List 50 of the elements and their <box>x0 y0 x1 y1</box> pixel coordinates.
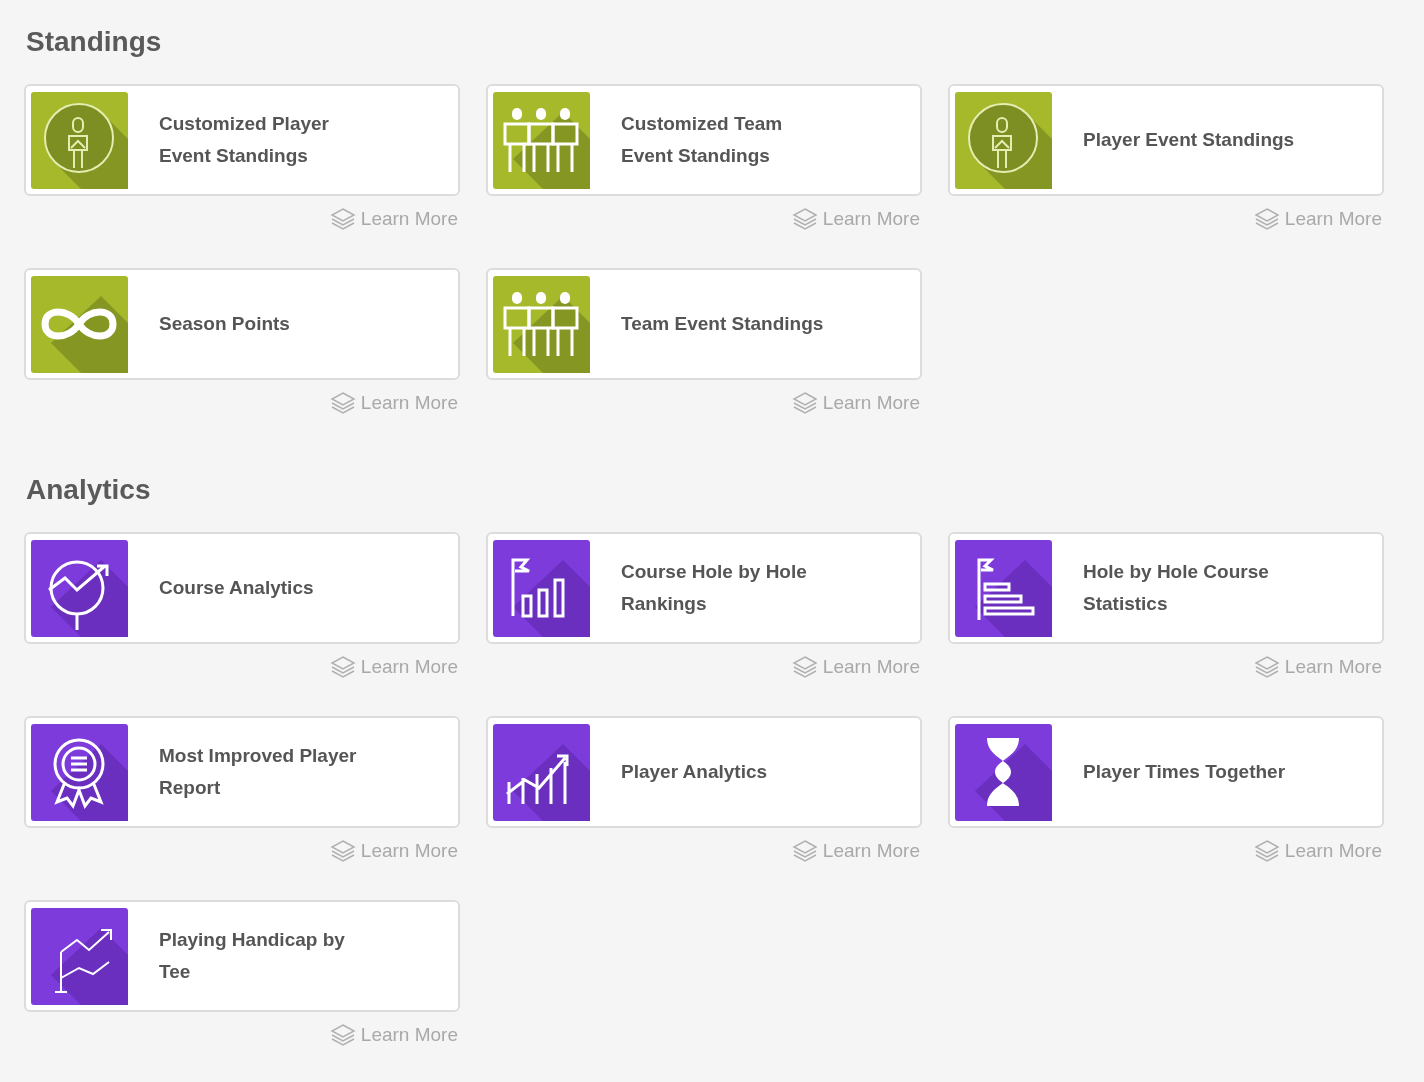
card-title: Customized Team Event Standings <box>621 112 784 168</box>
report-card[interactable]: Team Event Standings <box>486 268 922 380</box>
layers-icon <box>791 839 818 863</box>
tile-icon <box>493 539 590 637</box>
card-title: Season Points <box>159 312 290 336</box>
report-card[interactable]: Most Improved Player Report <box>24 716 460 828</box>
card-title: Course Hole by Hole Rankings <box>621 560 808 616</box>
layers-icon <box>791 655 818 679</box>
report-card[interactable]: Player Analytics <box>486 716 922 828</box>
report-card[interactable]: Player Event Standings <box>948 84 1384 196</box>
tile-icon <box>31 723 128 821</box>
report-card[interactable]: Course Hole by Hole Rankings <box>486 532 922 644</box>
report-card[interactable]: Customized Player Event Standings <box>24 84 460 196</box>
tile-icon <box>31 539 128 637</box>
tile-icon <box>493 723 590 821</box>
layers-icon <box>1253 655 1280 679</box>
tile-icon <box>31 907 128 1005</box>
layers-icon <box>1253 207 1280 231</box>
section-heading: Analytics <box>26 473 152 507</box>
layers-icon <box>791 391 818 415</box>
tile-icon <box>493 91 590 189</box>
layers-icon <box>1253 839 1280 863</box>
report-card[interactable]: Customized Team Event Standings <box>486 84 922 196</box>
layers-icon <box>329 391 356 415</box>
tile-icon <box>31 275 128 373</box>
tile-icon <box>31 91 128 189</box>
tile-icon <box>955 91 1052 189</box>
tile-icon <box>955 723 1052 821</box>
report-card[interactable]: Course Analytics <box>24 532 460 644</box>
card-title: Hole by Hole Course Statistics <box>1083 560 1270 616</box>
report-card[interactable]: Season Points <box>24 268 460 380</box>
card-title: Player Times Together <box>1083 760 1286 784</box>
layers-icon <box>329 839 356 863</box>
tile-icon <box>493 275 590 373</box>
card-title: Playing Handicap by Tee <box>159 928 346 984</box>
tile-icon <box>955 539 1052 637</box>
section-heading: Standings <box>26 25 163 59</box>
report-card[interactable]: Playing Handicap by Tee <box>24 900 460 1012</box>
card-title: Team Event Standings <box>621 312 824 336</box>
card-title: Course Analytics <box>159 576 314 600</box>
card-title: Most Improved Player Report <box>159 744 358 800</box>
report-card[interactable]: Player Times Together <box>948 716 1384 828</box>
card-title: Player Event Standings <box>1083 128 1295 152</box>
layers-icon <box>329 207 356 231</box>
layers-icon <box>329 1023 356 1047</box>
layers-icon <box>329 655 356 679</box>
card-title: Customized Player Event Standings <box>159 112 330 168</box>
report-card[interactable]: Hole by Hole Course Statistics <box>948 532 1384 644</box>
card-title: Player Analytics <box>621 760 768 784</box>
layers-icon <box>791 207 818 231</box>
